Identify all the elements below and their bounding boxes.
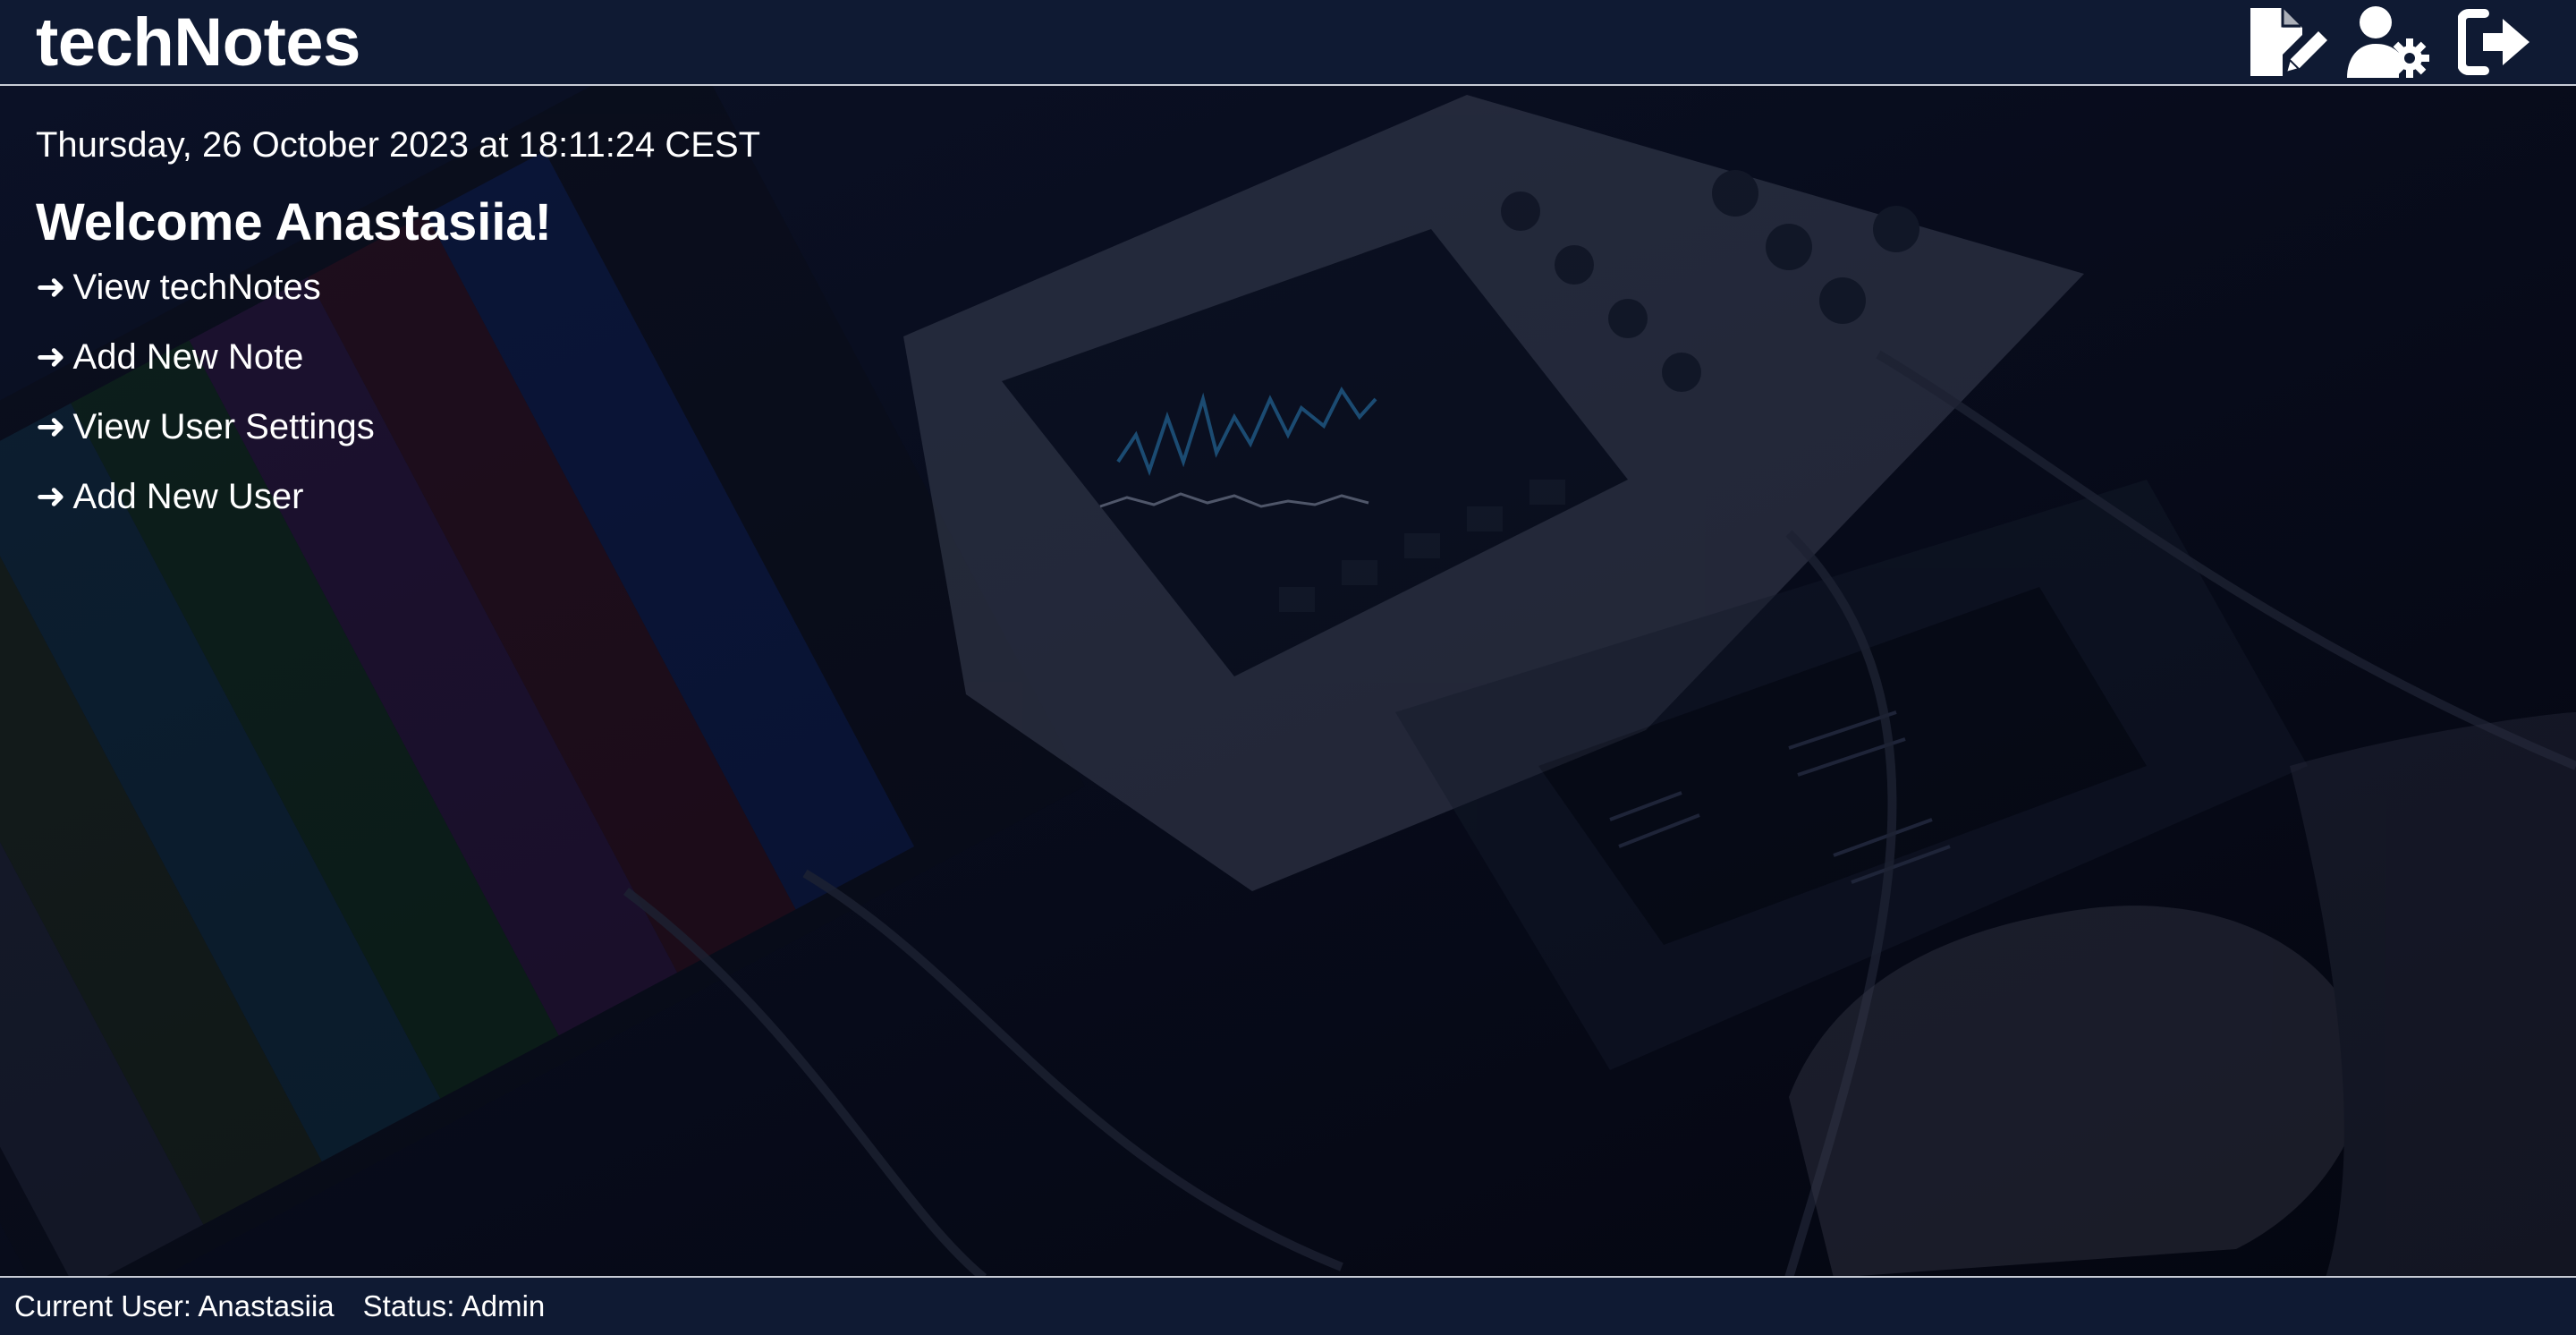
arrow-right-icon: ➜ [36,406,66,447]
app-page: techNotes Thursday, 26 October 2023 at 1… [0,0,2576,1335]
link-label: Add New User [72,477,304,516]
file-pen-icon [2250,8,2327,76]
link-label: Add New Note [72,337,304,377]
logout-icon [2458,9,2529,75]
add-new-note-link[interactable]: ➜ Add New Note [36,335,1109,379]
logout-button[interactable] [2451,4,2540,81]
welcome-heading: Welcome Anastasiia! [36,193,552,251]
dashboard-menu: ➜ View techNotes ➜ Add New Note ➜ View User… [36,265,1109,519]
arrow-right-icon: ➜ [36,336,66,378]
view-user-settings-link[interactable]: ➜ View User Settings [36,404,1109,449]
user-settings-button[interactable] [2345,4,2435,81]
top-bar: techNotes [0,0,2576,86]
status-footer: Current User: Anastasiia Status: Admin [0,1276,2576,1335]
user-gear-icon [2347,6,2429,78]
new-note-button[interactable] [2243,4,2333,81]
arrow-right-icon: ➜ [36,267,66,308]
view-technotes-link[interactable]: ➜ View techNotes [36,265,1109,310]
user-status-text: Status: Admin [362,1289,546,1322]
link-label: View techNotes [72,268,321,307]
add-new-user-link[interactable]: ➜ Add New User [36,474,1109,519]
arrow-right-icon: ➜ [36,476,66,517]
link-label: View User Settings [72,407,375,446]
main-content: Thursday, 26 October 2023 at 18:11:24 CE… [36,116,1109,544]
current-user-text: Current User: Anastasiia [14,1289,335,1322]
app-title[interactable]: techNotes [36,4,360,82]
current-datetime: Thursday, 26 October 2023 at 18:11:24 CE… [36,125,761,165]
